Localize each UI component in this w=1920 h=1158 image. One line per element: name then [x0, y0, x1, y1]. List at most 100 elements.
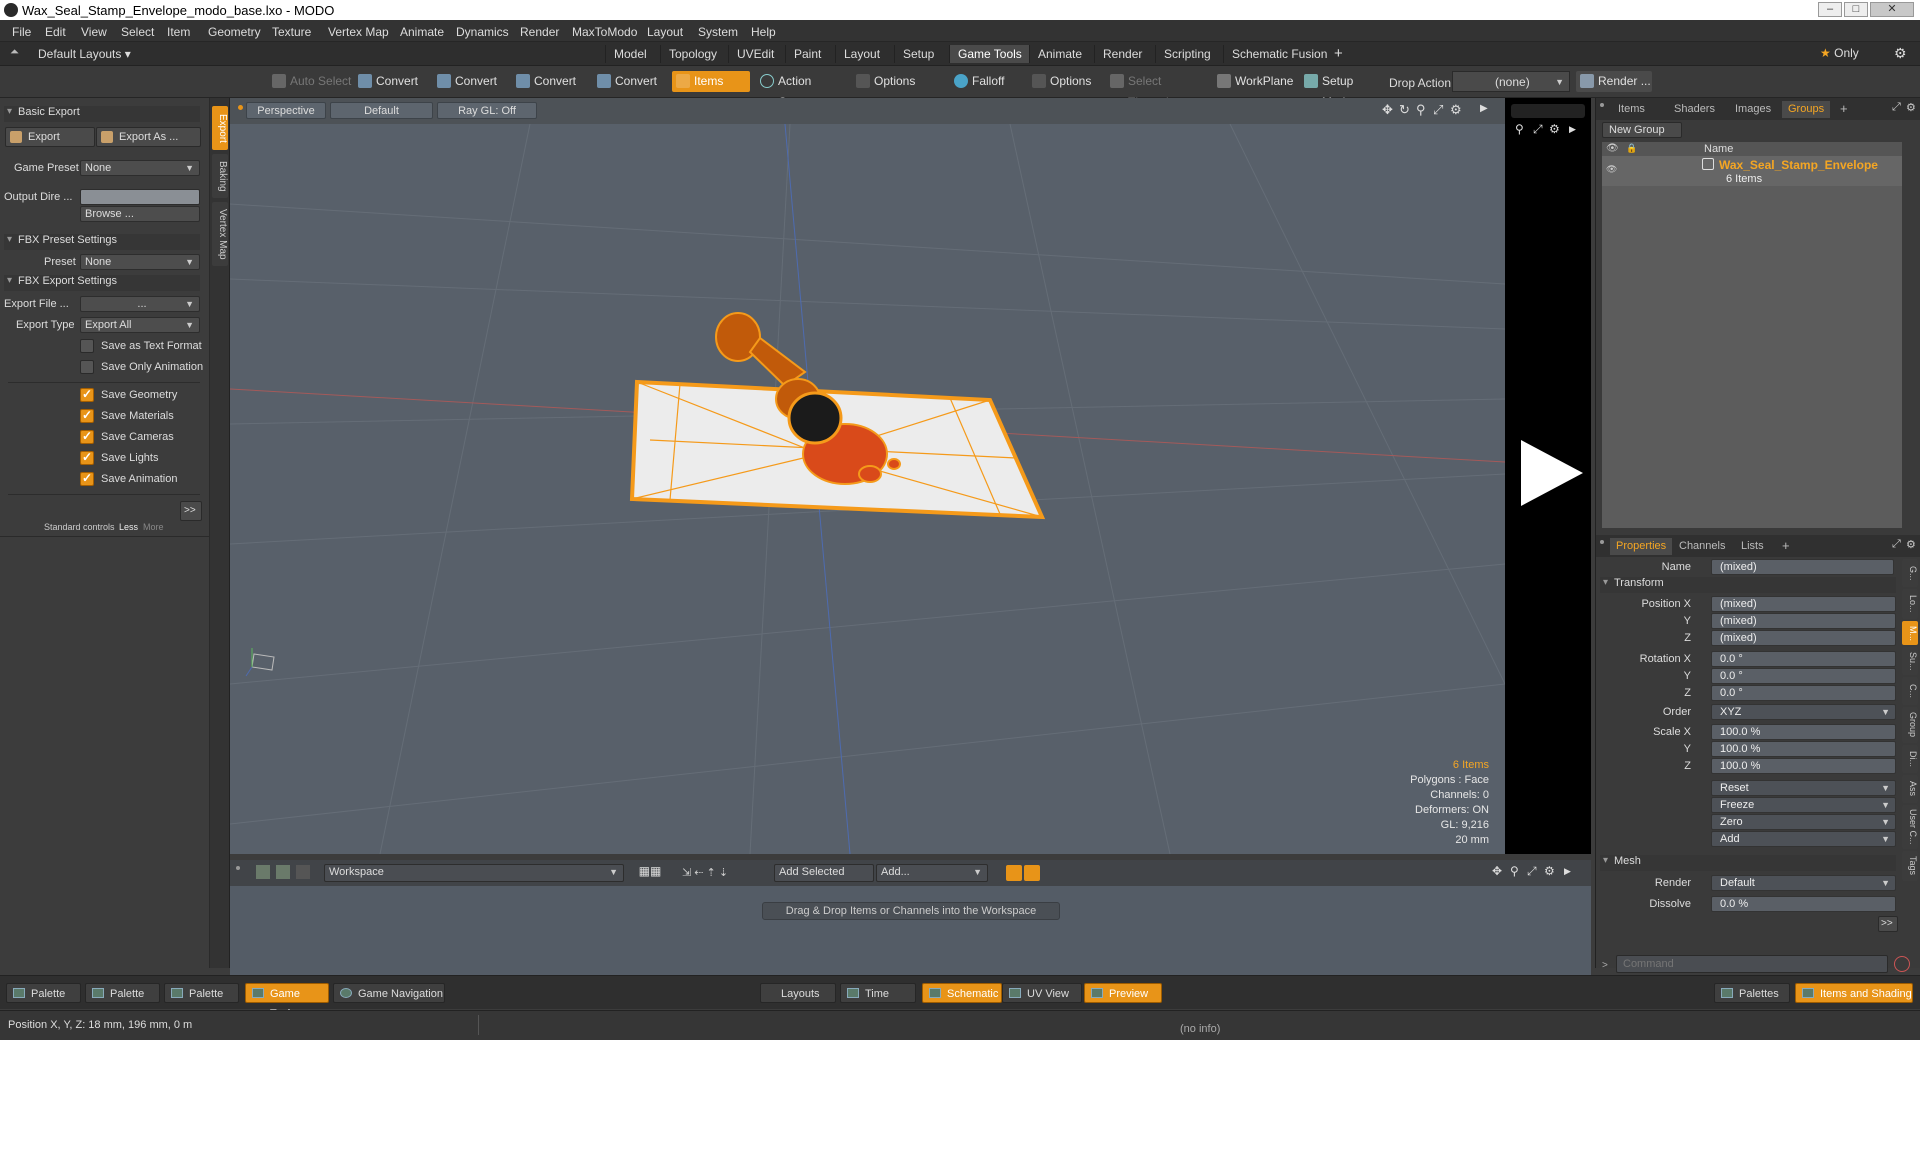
tab-schematic-fusion[interactable]: Schematic Fusion: [1223, 45, 1335, 63]
panel-maximize-icon[interactable]: ⤢: [1892, 538, 1901, 551]
rotate-view-icon[interactable]: ↻: [1399, 102, 1410, 118]
less-link[interactable]: Less: [119, 522, 138, 532]
raygl-toggle-button[interactable]: Ray GL: Off: [437, 102, 537, 119]
tab-shaders[interactable]: Shaders: [1668, 101, 1721, 118]
move-view-icon[interactable]: ✥: [1382, 102, 1393, 118]
maximize-button[interactable]: □: [1844, 2, 1868, 17]
play-icon[interactable]: [1517, 438, 1587, 508]
items-mode-button[interactable]: Items: [672, 71, 750, 92]
add-dropdown[interactable]: Add ▼: [1711, 831, 1896, 847]
add-tab-icon[interactable]: +: [1840, 101, 1848, 116]
3d-viewport[interactable]: 6 Items Polygons : Face Channels: 0 Defo…: [230, 124, 1505, 854]
close-button[interactable]: ✕: [1870, 2, 1914, 17]
rotation-x-field[interactable]: 0.0 °: [1711, 651, 1896, 667]
schematic-icon-1[interactable]: [256, 865, 270, 879]
palette-button-2[interactable]: Palette: [85, 983, 160, 1003]
menu-dynamics[interactable]: Dynamics: [456, 25, 509, 39]
scale-x-field[interactable]: 100.0 %: [1711, 724, 1896, 740]
setup-mode-button[interactable]: Setup Mode: [1300, 71, 1384, 109]
export-button[interactable]: Export: [5, 127, 95, 147]
preset-dropdown[interactable]: None ▼: [80, 254, 200, 270]
zero-dropdown[interactable]: Zero ▼: [1711, 814, 1896, 830]
convert-button-1[interactable]: Convert: [354, 71, 434, 92]
export-as-button[interactable]: Export As ...: [96, 127, 201, 147]
palettes-button[interactable]: Palettes: [1714, 983, 1790, 1003]
tab-lists[interactable]: Lists: [1735, 538, 1770, 555]
arrange-icons[interactable]: ⇲ ⇠ ⇡ ⇣: [682, 866, 728, 879]
panel-menu-dot[interactable]: [1600, 103, 1604, 107]
schematic-button[interactable]: Schematic: [922, 983, 1002, 1003]
side-tab-group[interactable]: Group: [1902, 707, 1918, 743]
tab-render[interactable]: Render: [1094, 45, 1150, 63]
export-file-dropdown[interactable]: ... ▼: [80, 296, 200, 312]
save-cameras-checkbox[interactable]: [80, 429, 94, 444]
tab-vertex-map[interactable]: Vertex Map: [212, 202, 228, 266]
position-x-field[interactable]: (mixed): [1711, 596, 1896, 612]
preview-gear-icon[interactable]: ⚙: [1549, 122, 1560, 136]
command-record-icon[interactable]: [1894, 956, 1910, 972]
layout-grid-icon[interactable]: ▦▦: [630, 864, 670, 882]
viewport-arrow-icon[interactable]: ▶: [1480, 103, 1488, 114]
tab-paint[interactable]: Paint: [785, 45, 829, 63]
save-animation-checkbox[interactable]: [80, 471, 94, 486]
export-type-dropdown[interactable]: Export All ▼: [80, 317, 200, 333]
side-tab-user-c[interactable]: User C...: [1902, 805, 1918, 849]
menu-file[interactable]: File: [12, 25, 31, 39]
preview-arrow-icon[interactable]: ▶: [1569, 124, 1576, 135]
tab-layout[interactable]: Layout: [835, 45, 888, 63]
render-button[interactable]: Render ...: [1576, 71, 1652, 92]
only-toggle[interactable]: ★ Only: [1820, 46, 1859, 60]
viewport-menu-dot[interactable]: [238, 105, 243, 110]
workspace-dropdown[interactable]: Workspace ▼: [324, 864, 624, 882]
add-tab-icon[interactable]: +: [1782, 538, 1790, 553]
save-only-animation-checkbox[interactable]: [80, 360, 94, 374]
add-selected-button[interactable]: Add Selected: [774, 864, 874, 882]
side-tab-tags[interactable]: Tags: [1902, 851, 1918, 881]
menu-layout[interactable]: Layout: [647, 25, 683, 39]
menu-geometry[interactable]: Geometry: [208, 25, 261, 39]
save-geometry-checkbox[interactable]: [80, 387, 94, 402]
workspace-canvas[interactable]: Drag & Drop Items or Channels into the W…: [230, 886, 1591, 975]
panel-gear-icon[interactable]: ⚙: [1906, 101, 1916, 114]
schematic-icon-3[interactable]: [296, 865, 310, 879]
add-dropdown[interactable]: Add... ▼: [876, 864, 988, 882]
panel-menu-dot[interactable]: [1600, 540, 1604, 544]
tab-game-tools[interactable]: Game Tools: [949, 45, 1030, 63]
side-tab-lo[interactable]: Lo...: [1902, 589, 1918, 619]
tab-channels[interactable]: Channels: [1673, 538, 1731, 555]
scale-y-field[interactable]: 100.0 %: [1711, 741, 1896, 757]
dissolve-field[interactable]: 0.0 %: [1711, 896, 1896, 912]
convert-button-4[interactable]: Convert: [593, 71, 673, 92]
minimize-button[interactable]: –: [1818, 2, 1842, 17]
gear-icon[interactable]: ⚙: [1894, 45, 1907, 62]
game-tools-palette-button[interactable]: Game Tools: [245, 983, 329, 1020]
uv-view-button[interactable]: UV View: [1002, 983, 1082, 1003]
name-column-header[interactable]: Name: [1704, 143, 1733, 155]
menu-select[interactable]: Select: [121, 25, 154, 39]
position-z-field[interactable]: (mixed): [1711, 630, 1896, 646]
rotation-z-field[interactable]: 0.0 °: [1711, 685, 1896, 701]
view-settings-gear-icon[interactable]: ⚙: [1450, 102, 1462, 118]
tab-scripting[interactable]: Scripting: [1155, 45, 1219, 63]
basic-export-header[interactable]: Basic Export: [4, 106, 200, 122]
preview-button[interactable]: Preview: [1084, 983, 1162, 1003]
visibility-eye-icon[interactable]: 👁: [1606, 164, 1617, 175]
side-tab-su[interactable]: Su...: [1902, 647, 1918, 675]
game-navigation-button[interactable]: Game Navigation: [333, 983, 445, 1003]
rotation-y-field[interactable]: 0.0 °: [1711, 668, 1896, 684]
scale-z-field[interactable]: 100.0 %: [1711, 758, 1896, 774]
menu-system[interactable]: System: [698, 25, 738, 39]
game-preset-dropdown[interactable]: None ▼: [80, 160, 200, 176]
side-tab-g[interactable]: G...: [1902, 559, 1918, 587]
save-materials-checkbox[interactable]: [80, 408, 94, 423]
default-shading-button[interactable]: Default: [330, 102, 433, 119]
tab-topology[interactable]: Topology: [660, 45, 725, 63]
convert-button-2[interactable]: Convert: [433, 71, 513, 92]
groups-list-body[interactable]: [1602, 186, 1902, 528]
save-lights-checkbox[interactable]: [80, 450, 94, 465]
side-tab-di[interactable]: Di...: [1902, 745, 1918, 773]
workplane-button[interactable]: WorkPlane: [1213, 71, 1293, 92]
lock-icon[interactable]: 🔒: [1626, 143, 1637, 154]
side-tab-c[interactable]: C...: [1902, 677, 1918, 705]
properties-more-button[interactable]: >>: [1878, 916, 1898, 932]
